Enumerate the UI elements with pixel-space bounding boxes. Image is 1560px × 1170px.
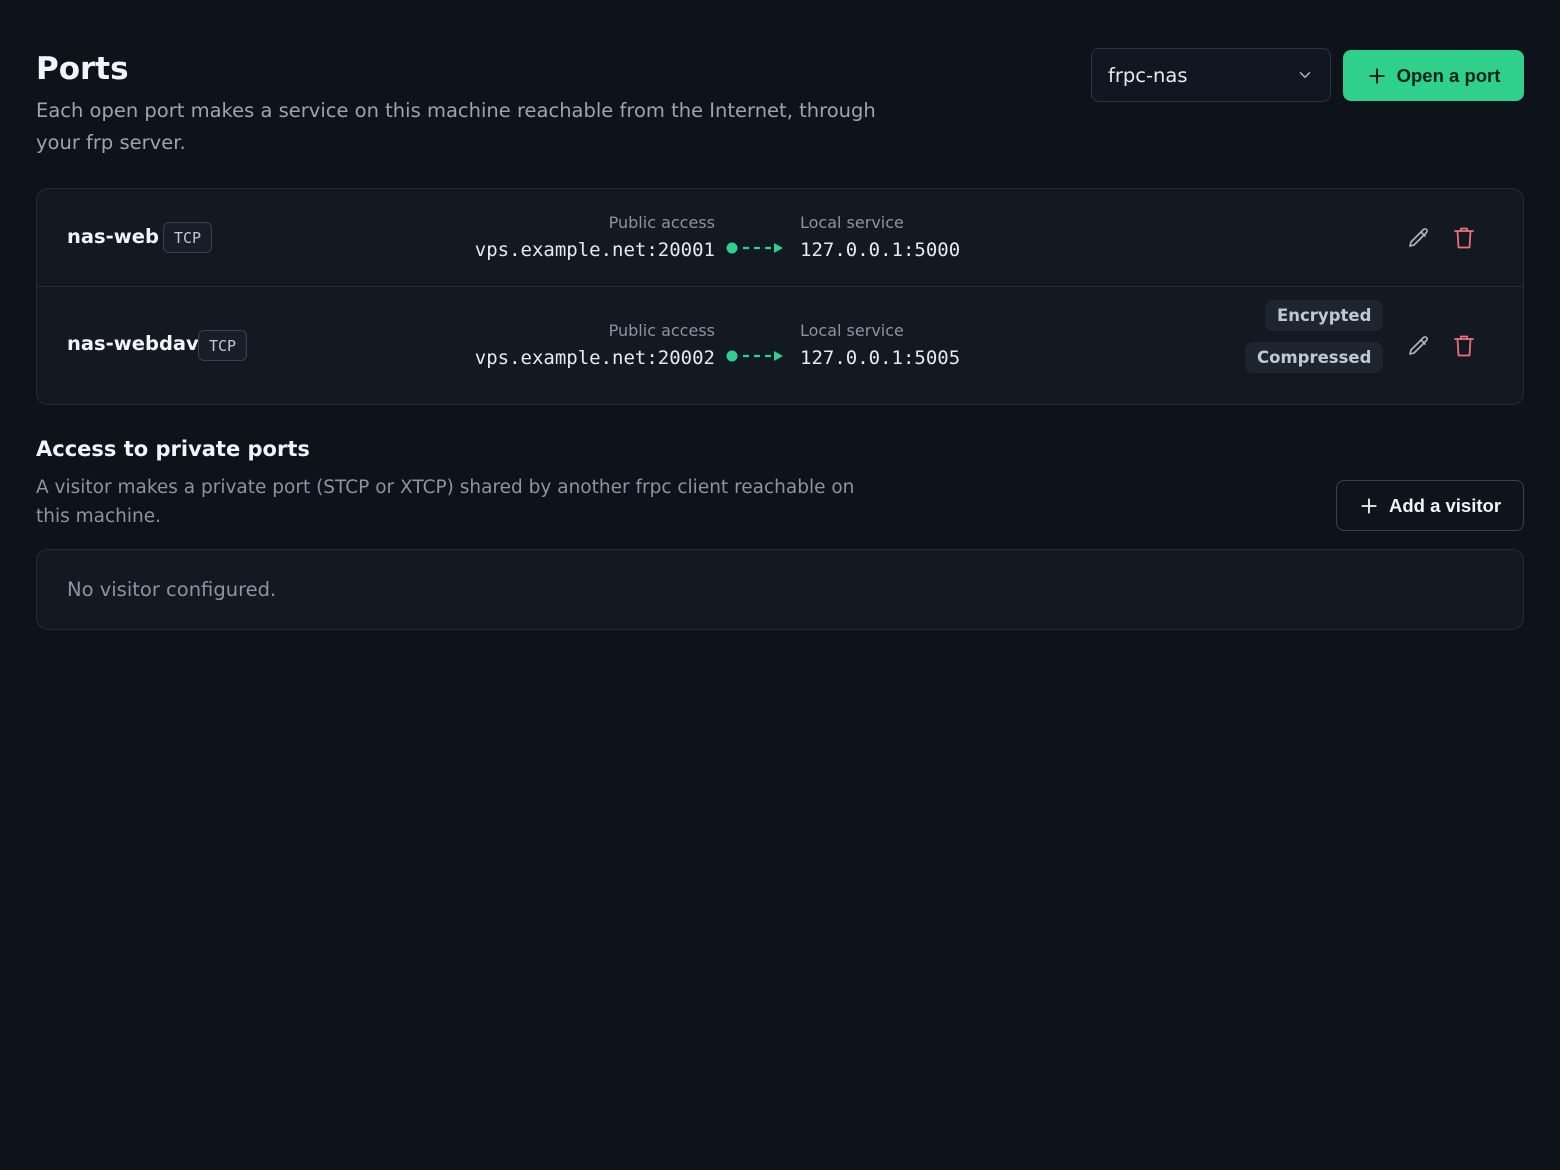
delete-port-button[interactable] <box>1449 331 1479 361</box>
add-visitor-button[interactable]: Add a visitor <box>1336 480 1524 531</box>
client-select[interactable]: frpc-nas <box>1091 48 1331 102</box>
delete-port-button[interactable] <box>1449 223 1479 253</box>
plus-icon <box>1361 497 1377 514</box>
public-access-label: Public access <box>608 321 715 340</box>
ports-list: nas-web TCP Public access vps.example.ne… <box>36 188 1524 405</box>
public-access-label: Public access <box>608 213 715 232</box>
trash-icon <box>1454 335 1474 357</box>
visitors-description: A visitor makes a private port (STCP or … <box>36 477 855 527</box>
visitors-empty-state: No visitor configured. <box>36 549 1524 630</box>
edit-port-button[interactable] <box>1404 331 1434 361</box>
port-row: nas-webdav TCP Public access vps.example… <box>37 287 1523 405</box>
dashed-arrow-icon <box>726 350 783 362</box>
client-select-value: frpc-nas <box>1108 63 1188 87</box>
compressed-badge: Compressed <box>1245 342 1384 373</box>
empty-state-text: No visitor configured. <box>67 578 277 601</box>
ports-page: Ports Each open port makes a service on … <box>0 0 1560 1170</box>
pencil-icon <box>1409 228 1428 247</box>
protocol-badge: TCP <box>198 330 248 361</box>
chevron-down-icon <box>1299 72 1311 78</box>
local-service-value: 127.0.0.1:5000 <box>800 239 961 261</box>
open-port-label: Open a port <box>1396 64 1501 86</box>
port-row: nas-web TCP Public access vps.example.ne… <box>37 189 1523 287</box>
dashed-arrow-icon <box>726 242 783 254</box>
trash-icon <box>1454 227 1474 249</box>
open-port-button[interactable]: Open a port <box>1343 50 1524 101</box>
plus-icon <box>1368 67 1385 84</box>
edit-port-button[interactable] <box>1404 223 1434 253</box>
page-header: Ports Each open port makes a service on … <box>36 48 876 159</box>
public-access-value: vps.example.net:20002 <box>474 347 715 369</box>
protocol-badge: TCP <box>163 222 213 253</box>
add-visitor-label: Add a visitor <box>1388 494 1502 516</box>
page-title: Ports <box>36 51 129 87</box>
port-name: nas-web <box>67 225 159 248</box>
local-service-label: Local service <box>800 213 904 232</box>
local-service-label: Local service <box>800 321 904 340</box>
public-access-value: vps.example.net:20001 <box>474 239 715 261</box>
local-service-value: 127.0.0.1:5005 <box>800 347 961 369</box>
page-description: Each open port makes a service on this m… <box>36 99 876 154</box>
encrypted-badge: Encrypted <box>1265 300 1384 331</box>
port-name: nas-webdav <box>67 332 199 355</box>
visitors-title: Access to private ports <box>36 437 310 461</box>
pencil-icon <box>1409 336 1428 355</box>
